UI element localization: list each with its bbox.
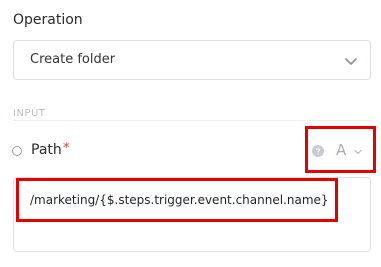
- operation-select[interactable]: Create folder: [13, 40, 371, 80]
- operation-select-value: Create folder: [30, 52, 116, 67]
- path-param-radio[interactable]: [12, 146, 22, 156]
- path-param-label: Path: [31, 142, 62, 158]
- chevron-down-icon: [345, 58, 357, 65]
- required-asterisk: *: [63, 141, 70, 156]
- operation-label: Operation: [13, 12, 83, 28]
- mode-selector-highlight: [305, 126, 376, 173]
- form-panel: Operation Create folder INPUT Path * A /…: [0, 0, 381, 267]
- path-value-highlight: [16, 178, 338, 222]
- input-section-label: INPUT: [13, 108, 52, 119]
- section-divider: [13, 120, 371, 121]
